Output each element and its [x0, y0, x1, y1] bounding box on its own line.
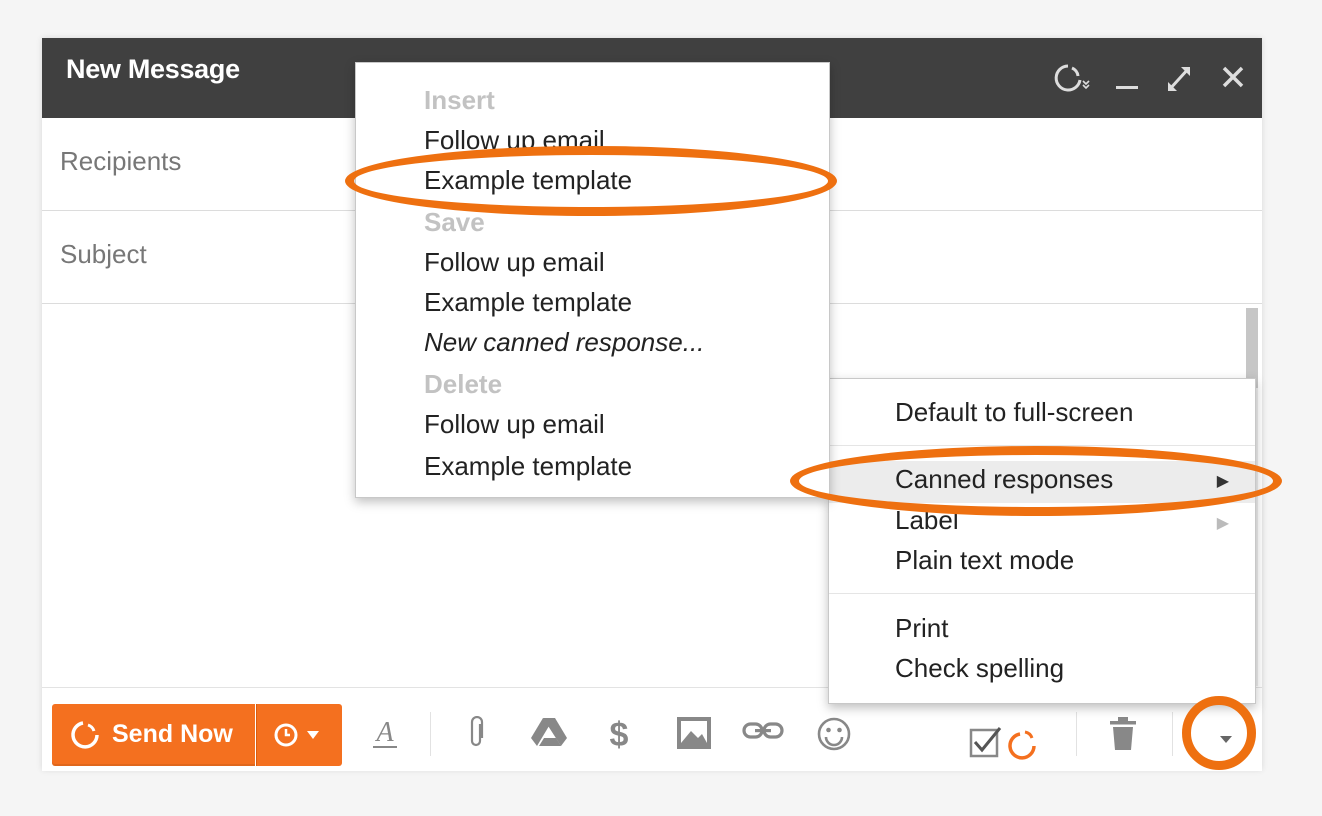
- delete-example-template[interactable]: Example template: [356, 451, 829, 483]
- menu-item-plain-text[interactable]: Plain text mode: [829, 545, 1255, 579]
- emoji-icon[interactable]: [816, 716, 852, 752]
- toolbar-separator: [1076, 712, 1077, 756]
- insert-follow-up-email[interactable]: Follow up email: [356, 125, 829, 157]
- chevron-down-icon: [1220, 736, 1232, 743]
- menu-divider: [829, 593, 1255, 594]
- delete-follow-up-email[interactable]: Follow up email: [356, 409, 829, 441]
- toolbar-separator: [430, 712, 431, 756]
- trash-icon[interactable]: [1108, 716, 1138, 752]
- menu-item-canned-responses[interactable]: Canned responses ▶: [829, 461, 1255, 503]
- insert-example-template[interactable]: Example template: [356, 165, 829, 197]
- attach-icon[interactable]: [466, 716, 490, 750]
- dollar-icon[interactable]: $: [606, 716, 632, 752]
- submenu-arrow-icon: ▶: [1216, 515, 1229, 532]
- formatting-icon[interactable]: A: [370, 716, 400, 750]
- compose-title: New Message: [66, 54, 240, 84]
- close-icon[interactable]: [1220, 60, 1246, 96]
- menu-item-check-spelling[interactable]: Check spelling: [829, 653, 1255, 687]
- clock-icon: [274, 723, 319, 747]
- svg-text:A: A: [374, 717, 394, 748]
- save-follow-up-email[interactable]: Follow up email: [356, 247, 829, 279]
- save-example-template[interactable]: Example template: [356, 287, 829, 319]
- scrollbar-thumb[interactable]: [1246, 308, 1258, 388]
- menu-item-label[interactable]: Label ▶: [829, 505, 1255, 539]
- menu-item-print[interactable]: Print: [829, 613, 1255, 647]
- send-now-label: Send Now: [112, 720, 233, 748]
- checkbox-icon[interactable]: [968, 724, 1048, 762]
- schedule-send-button[interactable]: [256, 704, 342, 766]
- svg-text:$: $: [610, 716, 629, 752]
- canned-responses-menu: Insert Follow up email Example template …: [355, 62, 830, 498]
- save-new-canned-response[interactable]: New canned response...: [356, 327, 829, 359]
- expand-icon[interactable]: [1164, 60, 1194, 96]
- subject-placeholder: Subject: [60, 239, 147, 269]
- streak-icon[interactable]: [1050, 60, 1094, 96]
- recipients-placeholder: Recipients: [60, 146, 182, 176]
- submenu-arrow-icon: ▶: [1216, 473, 1229, 490]
- more-options-button[interactable]: [1203, 716, 1249, 762]
- more-options-menu: Default to full-screen Canned responses …: [828, 378, 1256, 704]
- menu-divider: [829, 445, 1255, 446]
- drive-icon[interactable]: [530, 716, 568, 748]
- streak-logo-icon: [71, 721, 99, 749]
- send-now-button[interactable]: Send Now: [52, 704, 255, 766]
- photo-icon[interactable]: [676, 716, 712, 750]
- menu-item-default-fullscreen[interactable]: Default to full-screen: [829, 397, 1255, 431]
- toolbar-separator: [1172, 712, 1173, 756]
- link-icon[interactable]: [742, 716, 784, 746]
- minimize-icon[interactable]: [1114, 60, 1140, 96]
